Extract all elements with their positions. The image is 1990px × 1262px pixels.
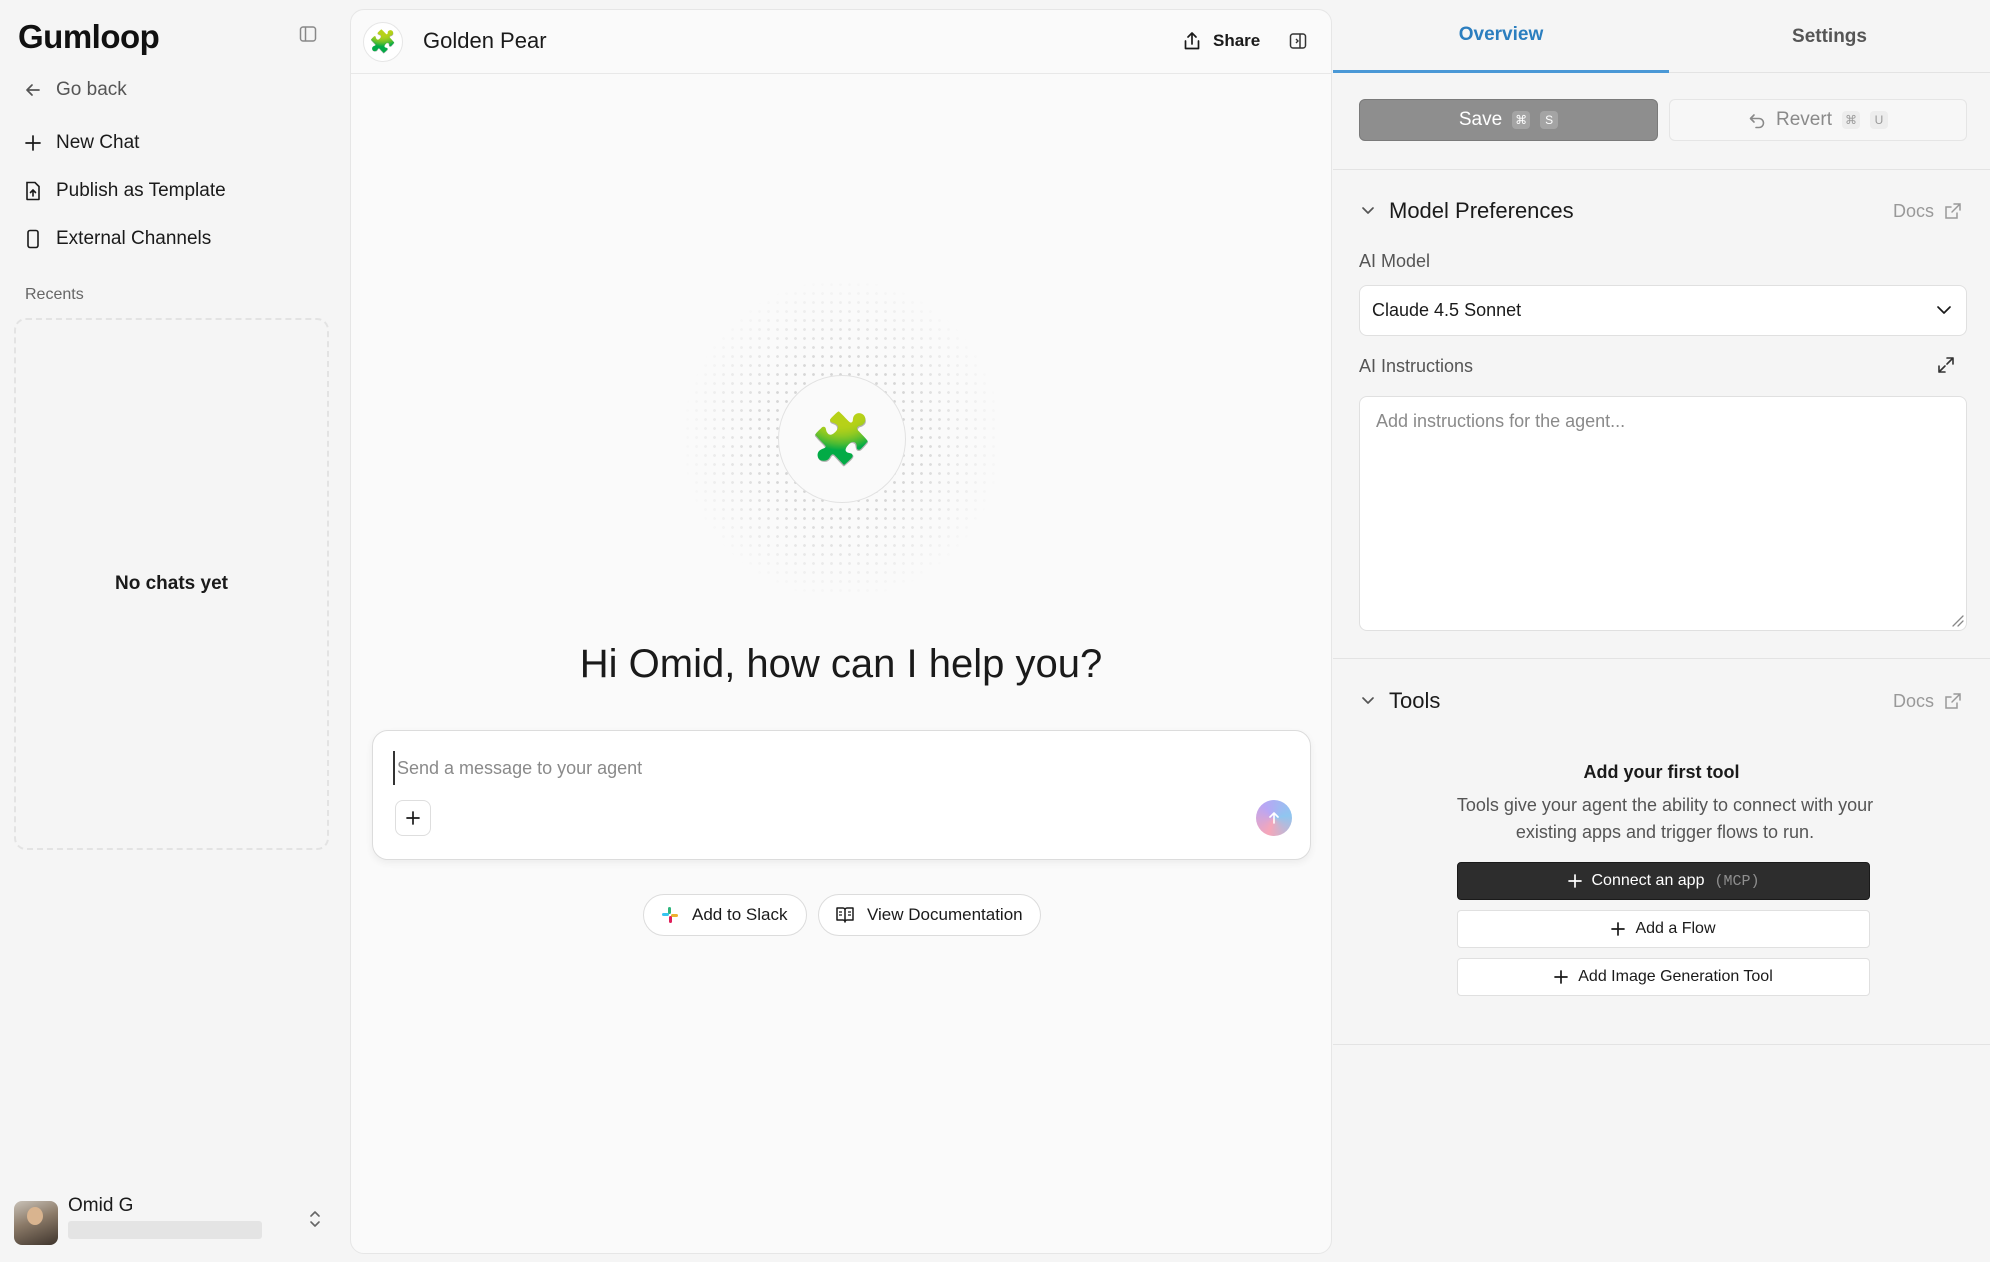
logo: Gumloop: [18, 18, 160, 55]
tools-docs-label: Docs: [1893, 690, 1935, 711]
add-to-slack-label: Add to Slack: [692, 905, 788, 924]
revert-button[interactable]: Revert ⌘ U: [1669, 99, 1967, 141]
chat-header: 🧩 Golden Pear Share: [351, 10, 1331, 74]
tools-empty-title: Add your first tool: [1583, 762, 1740, 782]
revert-shortcut-cmd: ⌘: [1841, 111, 1860, 129]
external-link-icon: [1945, 203, 1961, 219]
model-docs-link[interactable]: Docs: [1893, 196, 1962, 226]
mcp-tag: (MCP): [1714, 872, 1760, 890]
view-documentation-label: View Documentation: [867, 905, 1023, 924]
phone-icon: [27, 229, 39, 249]
tab-settings[interactable]: Settings: [1669, 0, 1990, 73]
go-back-label: Go back: [56, 79, 127, 100]
view-documentation-button[interactable]: View Documentation: [818, 894, 1041, 936]
publish-template-button[interactable]: Publish as Template: [24, 173, 226, 209]
tools-toggle[interactable]: Tools: [1361, 686, 1440, 716]
ai-model-label: AI Model: [1359, 251, 1431, 271]
plus-icon: [406, 811, 420, 825]
share-button[interactable]: Share: [1183, 26, 1260, 56]
go-back-link[interactable]: Go back: [24, 72, 127, 108]
ai-model-select[interactable]: Claude 4.5 Sonnet: [1359, 285, 1967, 336]
external-link-icon: [1945, 693, 1961, 709]
plus-icon: [25, 135, 41, 151]
save-shortcut-key: S: [1540, 111, 1559, 129]
greeting-heading: Hi Omid, how can I help you?: [579, 642, 1103, 686]
save-label: Save: [1458, 109, 1503, 130]
plus-icon: [1554, 970, 1569, 984]
divider: [1333, 1044, 1990, 1045]
publish-template-label: Publish as Template: [56, 180, 226, 201]
empty-state-text: No chats yet: [115, 573, 228, 594]
add-flow-label: Add a Flow: [1635, 920, 1716, 937]
plus-icon: [1567, 874, 1582, 888]
agent-config-panel: Overview Settings Save ⌘ S Revert ⌘ U Mo…: [1333, 0, 1990, 1262]
connect-app-button[interactable]: Connect an app (MCP): [1457, 862, 1870, 900]
new-chat-label: New Chat: [56, 132, 140, 153]
model-preferences-title: Model Preferences: [1389, 198, 1574, 223]
external-channels-button[interactable]: External Channels: [24, 221, 211, 257]
ai-instructions-textarea[interactable]: [1359, 396, 1967, 631]
sidebar: Gumloop Go back New Chat Publish as Temp…: [0, 0, 349, 1262]
revert-shortcut-key: U: [1869, 111, 1888, 129]
new-chat-button[interactable]: New Chat: [24, 125, 139, 161]
tools-empty-description: Tools give your agent the ability to con…: [1456, 795, 1874, 842]
message-composer: [372, 730, 1311, 860]
chevron-down-icon: [1937, 306, 1951, 314]
send-button[interactable]: [1256, 800, 1292, 836]
attach-button[interactable]: [395, 800, 431, 836]
divider: [1333, 658, 1990, 659]
resize-handle-icon[interactable]: [1950, 613, 1964, 627]
save-button[interactable]: Save ⌘ S: [1359, 99, 1658, 141]
arrow-left-icon: [26, 84, 40, 96]
save-shortcut-cmd: ⌘: [1512, 111, 1531, 129]
connect-app-label: Connect an app: [1591, 872, 1705, 889]
user-email-redacted: [68, 1221, 262, 1239]
share-icon: [1184, 32, 1200, 50]
avatar: [14, 1201, 58, 1245]
config-tabs: Overview Settings: [1333, 0, 1990, 73]
add-image-tool-button[interactable]: Add Image Generation Tool: [1457, 958, 1870, 996]
undo-icon: [1749, 114, 1765, 129]
model-docs-label: Docs: [1893, 200, 1935, 221]
message-input[interactable]: [393, 751, 1273, 785]
add-image-tool-label: Add Image Generation Tool: [1578, 968, 1773, 985]
file-upload-icon: [26, 181, 40, 201]
slack-icon: [662, 907, 678, 923]
chevron-down-icon: [1362, 697, 1374, 704]
chat-panel: 🧩 Golden Pear Share 🧩 Hi Omid, how can I…: [350, 9, 1332, 1254]
ai-model-value: Claude 4.5 Sonnet: [1372, 300, 1522, 320]
expand-icon[interactable]: [1937, 356, 1955, 374]
chevron-up-down-icon[interactable]: [308, 1209, 322, 1229]
book-icon: [836, 907, 854, 923]
plus-icon: [1611, 922, 1626, 936]
tools-title: Tools: [1389, 688, 1441, 713]
add-to-slack-button[interactable]: Add to Slack: [643, 894, 807, 936]
recents-heading: Recents: [25, 286, 84, 303]
tools-docs-link[interactable]: Docs: [1893, 686, 1962, 716]
revert-label: Revert: [1776, 109, 1832, 130]
user-menu[interactable]: Omid G: [14, 1195, 334, 1245]
sidebar-toggle-icon[interactable]: [299, 25, 319, 45]
arrow-up-icon: [1269, 812, 1279, 824]
share-label: Share: [1213, 31, 1261, 50]
external-channels-label: External Channels: [56, 228, 212, 249]
ai-instructions-label: AI Instructions: [1359, 356, 1474, 376]
model-preferences-toggle[interactable]: Model Preferences: [1361, 196, 1574, 226]
chevron-down-icon: [1362, 207, 1374, 214]
puzzle-icon: 🧩: [363, 22, 403, 62]
agent-avatar-icon: 🧩: [778, 375, 906, 503]
tab-overview[interactable]: Overview: [1333, 0, 1669, 73]
add-flow-button[interactable]: Add a Flow: [1457, 910, 1870, 948]
divider: [1333, 169, 1990, 170]
agent-name: Golden Pear: [423, 28, 547, 53]
panel-toggle-icon[interactable]: [1289, 32, 1307, 50]
user-name: Omid G: [68, 1195, 134, 1216]
recents-list: No chats yet: [14, 318, 329, 850]
